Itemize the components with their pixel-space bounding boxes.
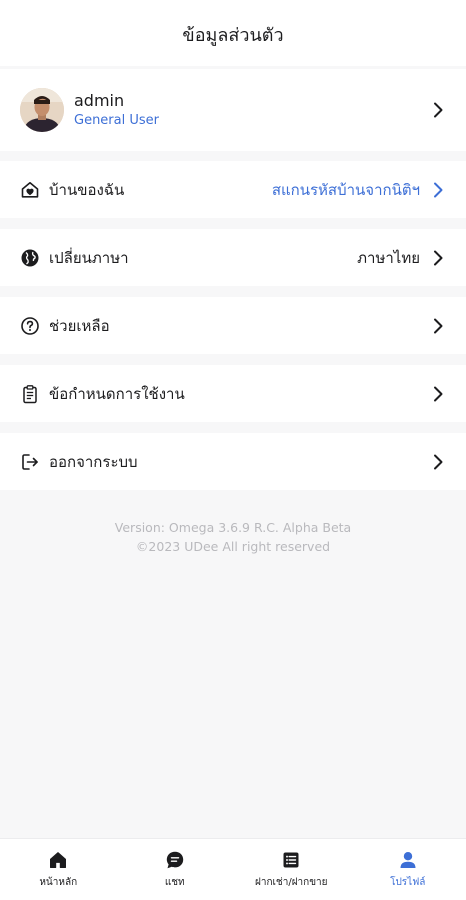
chevron-right-icon — [430, 318, 446, 334]
menu-item-terms[interactable]: ข้อกำหนดการใช้งาน — [0, 365, 466, 422]
version-text: Version: Omega 3.6.9 R.C. Alpha Beta — [114, 520, 352, 535]
chat-icon — [164, 849, 186, 871]
copyright-text: ©2023 UDee All right reserved — [135, 539, 331, 554]
tab-home[interactable]: หน้าหลัก — [0, 839, 117, 900]
chevron-right-icon — [430, 454, 446, 470]
menu-item-my-home[interactable]: บ้านของฉัน สแกนรหัสบ้านจากนิติฯ — [0, 161, 466, 218]
app-header: ข้อมูลส่วนตัว — [0, 0, 466, 66]
list-icon — [280, 849, 302, 871]
menu-label-my-home: บ้านของฉัน — [49, 180, 125, 199]
chevron-right-icon — [430, 102, 446, 118]
chevron-right-icon — [430, 386, 446, 402]
scan-home-code-link[interactable]: สแกนรหัสบ้านจากนิติฯ — [272, 178, 420, 202]
profile-name: admin — [74, 91, 125, 110]
help-circle-icon — [20, 316, 40, 336]
chevron-right-icon — [430, 250, 446, 266]
tab-label-home: หน้าหลัก — [39, 877, 78, 888]
globe-icon — [20, 248, 40, 268]
user-icon — [397, 849, 419, 871]
tab-chat[interactable]: แชท — [117, 839, 234, 900]
tab-label-chat: แชท — [164, 877, 185, 888]
bottom-tab-bar: หน้าหลัก แชท ฝากเช่า/ฝากขาย โปรไฟล์ — [0, 838, 466, 900]
menu-item-help[interactable]: ช่วยเหลือ — [0, 297, 466, 354]
app-info: Version: Omega 3.6.9 R.C. Alpha Beta ©20… — [0, 518, 466, 556]
menu-item-logout[interactable]: ออกจากระบบ — [0, 433, 466, 490]
clipboard-icon — [20, 384, 40, 404]
menu-item-language[interactable]: เปลี่ยนภาษา ภาษาไทย — [0, 229, 466, 286]
profile-card[interactable]: admin General User — [0, 69, 466, 151]
tab-profile[interactable]: โปรไฟล์ — [350, 839, 466, 900]
menu-label-help: ช่วยเหลือ — [49, 316, 110, 335]
logout-icon — [20, 452, 40, 472]
menu-label-language: เปลี่ยนภาษา — [49, 248, 129, 267]
page-title: ข้อมูลส่วนตัว — [182, 24, 284, 46]
tab-label-profile: โปรไฟล์ — [390, 877, 426, 888]
chevron-right-icon — [430, 182, 446, 198]
home-heart-icon — [20, 180, 40, 200]
avatar — [20, 88, 64, 132]
tab-listings[interactable]: ฝากเช่า/ฝากขาย — [233, 839, 350, 900]
menu-label-terms: ข้อกำหนดการใช้งาน — [49, 384, 185, 403]
profile-role: General User — [74, 113, 159, 128]
current-language-value: ภาษาไทย — [357, 248, 420, 267]
tab-label-listings: ฝากเช่า/ฝากขาย — [254, 877, 328, 888]
home-icon — [47, 849, 69, 871]
menu-label-logout: ออกจากระบบ — [49, 452, 138, 471]
